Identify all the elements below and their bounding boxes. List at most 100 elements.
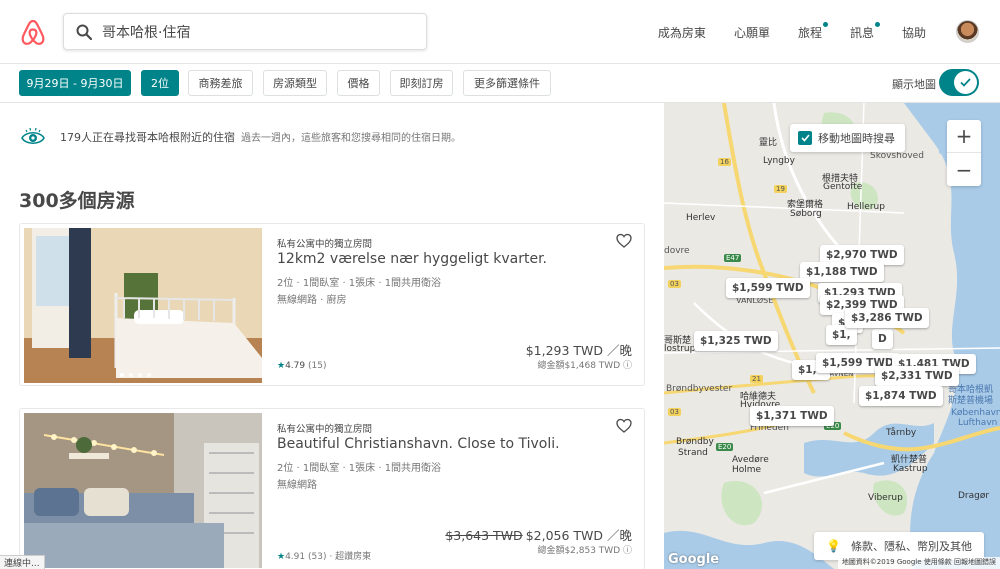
road-number: 16 <box>718 158 731 166</box>
nav-messages[interactable]: 訊息 <box>850 22 880 41</box>
heart-icon[interactable] <box>616 418 632 434</box>
map-price-pin[interactable]: $1,188 TWD <box>800 262 884 282</box>
listing-amenities: 無線網路 · 廚房 <box>277 295 347 306</box>
map-price-pin[interactable]: $2,331 TWD <box>875 366 959 386</box>
search-as-map-moves-checkbox[interactable]: 移動地圖時搜尋 <box>790 124 905 152</box>
browser-status-bar: 連線中... <box>0 555 45 569</box>
listing-type: 私有公寓中的獨立房間 <box>277 424 373 435</box>
photo-carousel-dots[interactable] <box>120 373 151 377</box>
nav-help[interactable]: 協助 <box>902 24 926 41</box>
notification-dot <box>874 22 880 27</box>
room-photo-bedroom <box>24 228 262 383</box>
map-label: Lyngby <box>763 156 795 166</box>
guests-filter-button[interactable]: 2位 <box>141 70 179 96</box>
search-input[interactable] <box>102 23 402 40</box>
price-filter-button[interactable]: 價格 <box>337 70 380 96</box>
demand-notice-text: 179人正在尋找哥本哈根附近的住宿 過去一週內，這些旅客和您搜尋相同的住宿日期。 <box>60 131 461 144</box>
map-price-pin[interactable]: $1,599 TWD <box>726 278 810 298</box>
original-price: $3,643 TWD <box>445 528 523 543</box>
room-type-filter-button[interactable]: 房源類型 <box>263 70 327 96</box>
zoom-out-button[interactable]: − <box>947 153 981 186</box>
map-label: Lufthavn <box>958 418 998 428</box>
zoom-in-button[interactable]: + <box>947 120 981 153</box>
map-label: Brøndby <box>676 437 714 447</box>
listing-type: 私有公寓中的獨立房間 <box>277 239 373 250</box>
map-label: dovre <box>664 246 690 256</box>
map-label: Kastrup <box>893 464 928 474</box>
map-label: Tårnby <box>886 428 917 438</box>
instant-book-filter-button[interactable]: 即刻訂房 <box>390 70 453 96</box>
main-nav: 成為房東 心願單 旅程 訊息 協助 <box>630 22 926 41</box>
map-price-pin[interactable]: $3,286 TWD <box>845 308 929 328</box>
listing-total[interactable]: 總金額$1,468 TWD ⓘ <box>537 358 632 371</box>
map-label: Gentofte <box>823 182 863 192</box>
map-price-pin[interactable]: $1,371 TWD <box>750 406 834 426</box>
listing-rating-badge: ★4.91 (53) · 超讚房東 <box>277 552 372 562</box>
nav-wishlist[interactable]: 心願單 <box>734 24 770 41</box>
dates-filter-button[interactable]: 9月29日 - 9月30日 <box>19 70 131 96</box>
results-count: 300多個房源 <box>19 190 135 212</box>
map-price-pin[interactable]: D <box>872 329 893 349</box>
business-travel-filter-button[interactable]: 商務差旅 <box>188 70 253 96</box>
listing-card[interactable]: 私有公寓中的獨立房間 Beautiful Christianshavn. Clo… <box>19 408 645 569</box>
map-label: Viberup <box>868 493 903 503</box>
road-number: 03 <box>668 408 681 416</box>
listing-title[interactable]: Beautiful Christianshavn. Close to Tivol… <box>277 436 560 452</box>
heart-icon[interactable] <box>616 233 632 249</box>
filter-bar: 9月29日 - 9月30日 2位 商務差旅 房源類型 價格 即刻訂房 更多篩選條… <box>0 64 1000 103</box>
map-label: Avedøre <box>732 455 769 465</box>
nav-trips[interactable]: 旅程 <box>798 22 828 41</box>
map-zoom-controls: + − <box>947 120 981 186</box>
road-number: 21 <box>750 375 763 383</box>
google-logo: Google <box>668 552 720 567</box>
map-terms-button[interactable]: 💡 條款、隱私、幣別及其他 <box>814 532 984 560</box>
map-price-pin[interactable]: $1,874 TWD <box>859 386 943 406</box>
listing-specs: 2位 · 1間臥室 · 1張床 · 1間共用衛浴 <box>277 278 442 289</box>
listing-total[interactable]: 總金額$2,853 TWD ⓘ <box>537 543 632 556</box>
lightbulb-icon: 💡 <box>826 539 841 553</box>
map-label: Herlev <box>686 213 716 223</box>
road-number: 03 <box>668 280 681 288</box>
map-panel[interactable]: 靈比 Lyngby Skovshoved 根措夫特 Gentofte 索堡爾格 … <box>664 103 1000 569</box>
map-attribution[interactable]: 地圖資料©2019 Google 使用條款 回報地圖錯誤 <box>837 557 1000 569</box>
map-label: Strand <box>678 448 708 458</box>
nav-become-host[interactable]: 成為房東 <box>658 24 706 41</box>
star-icon: ★ <box>277 361 286 371</box>
road-number: E47 <box>724 254 742 262</box>
road-number: 19 <box>774 185 787 193</box>
airbnb-logo-icon[interactable] <box>20 18 46 46</box>
map-label: lostrup <box>664 344 696 354</box>
map-label: Brøndbyvester <box>666 384 733 394</box>
map-label: Dragør <box>958 491 990 501</box>
map-label: Søborg <box>790 209 822 219</box>
listing-specs: 2位 · 1間臥室 · 1張床 · 1間共用衛浴 <box>277 463 442 474</box>
top-header: 成為房東 心願單 旅程 訊息 協助 <box>0 0 1000 64</box>
demand-notice: 179人正在尋找哥本哈根附近的住宿 過去一週內，這些旅客和您搜尋相同的住宿日期。 <box>20 122 640 152</box>
map-price-pin[interactable]: $1, <box>826 325 857 345</box>
listing-price: $1,293 TWD ／晚 <box>525 343 632 358</box>
notification-dot <box>822 22 828 27</box>
toggle-knob <box>954 71 977 94</box>
checkbox-checked-icon <box>798 131 812 145</box>
listing-photo[interactable] <box>24 413 262 568</box>
listing-rating: ★4.79 (15) <box>277 361 327 371</box>
show-map-toggle[interactable] <box>939 69 979 96</box>
listing-title[interactable]: 12km2 værelse nær hyggeligt kvarter. <box>277 251 547 267</box>
map-label: Hellerup <box>847 202 885 212</box>
map-price-pin[interactable]: $1,325 TWD <box>694 331 778 351</box>
map-label: København <box>951 408 1000 418</box>
eye-icon <box>21 127 45 145</box>
location-search-box[interactable] <box>63 13 427 50</box>
listing-photo[interactable] <box>24 228 262 383</box>
map-label: Skovshoved <box>870 151 924 161</box>
map-label: Holme <box>732 465 762 475</box>
user-avatar[interactable] <box>956 20 979 43</box>
show-map-label: 顯示地圖 <box>892 78 936 91</box>
more-filters-button[interactable]: 更多篩選條件 <box>463 70 551 96</box>
map-label: 靈比 <box>759 138 778 148</box>
listing-amenities: 無線網路 <box>277 480 317 491</box>
road-number: E20 <box>716 443 734 451</box>
map-label-airport: 哥本哈根凱斯楚普機場 <box>948 385 994 406</box>
listing-card[interactable]: 私有公寓中的獨立房間 12km2 værelse nær hyggeligt k… <box>19 223 645 386</box>
room-photo-bedroom <box>24 413 262 568</box>
